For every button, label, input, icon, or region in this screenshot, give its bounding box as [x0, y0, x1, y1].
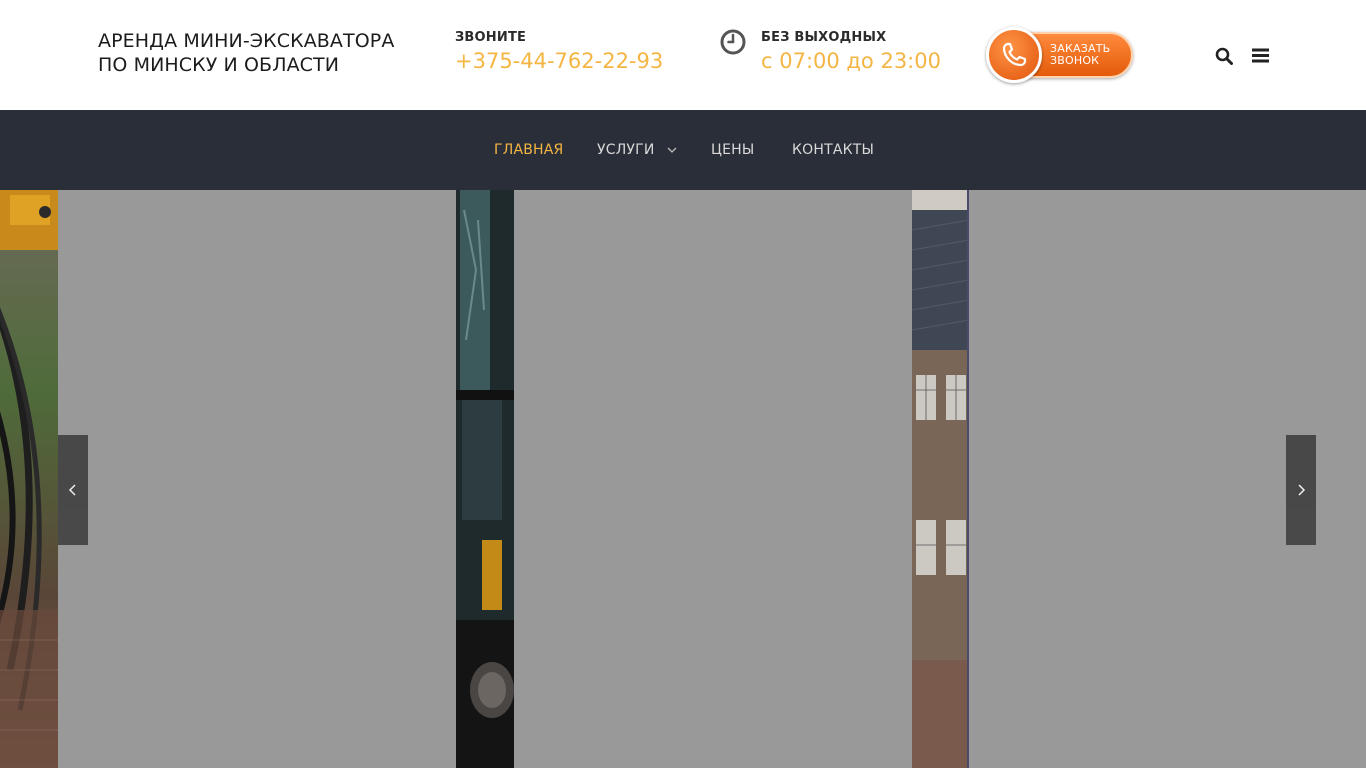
hours-label: БЕЗ ВЫХОДНЫХ: [761, 30, 887, 45]
chevron-right-icon: [1298, 484, 1306, 496]
nav-item-label: ЦЕНЫ: [711, 142, 755, 158]
phone-block: ЗВОНИТЕ +375-44-762-22-93: [455, 30, 663, 76]
menu-icon[interactable]: [1252, 48, 1269, 63]
callback-label: ЗАКАЗАТЬ ЗВОНОК: [1050, 43, 1110, 67]
nav-item-label: ГЛАВНАЯ: [494, 142, 564, 158]
nav-item-label: УСЛУГИ: [597, 142, 655, 158]
search-icon[interactable]: [1215, 47, 1233, 65]
logo-line-1: АРЕНДА МИНИ-ЭКСКАВАТОРА: [98, 30, 395, 52]
clock-icon: [720, 29, 746, 55]
main-nav: ГЛАВНАЯ УСЛУГИ ЦЕНЫ КОНТАКТЫ: [0, 110, 1366, 190]
slider-prev-button[interactable]: [58, 435, 88, 545]
chevron-left-icon: [68, 484, 76, 496]
nav-item-home[interactable]: ГЛАВНАЯ: [494, 141, 563, 159]
hours-value: с 07:00 до 23:00: [761, 49, 941, 73]
phone-icon: [1002, 42, 1027, 67]
slide-strip-1: [0, 190, 58, 768]
callback-label-line-2: ЗВОНОК: [1050, 54, 1100, 67]
phone-label: ЗВОНИТЕ: [455, 30, 527, 45]
nav-item-contacts[interactable]: КОНТАКТЫ: [792, 141, 874, 159]
logo-line-2: ПО МИНСКУ И ОБЛАСТИ: [98, 54, 340, 76]
hero-slider: [0, 190, 1366, 768]
hours-block: БЕЗ ВЫХОДНЫХ с 07:00 до 23:00: [761, 30, 941, 76]
slider-next-button[interactable]: [1286, 435, 1316, 545]
nav-item-label: КОНТАКТЫ: [792, 142, 875, 158]
callback-circle: [986, 27, 1042, 83]
site-logo[interactable]: АРЕНДА МИНИ-ЭКСКАВАТОРА ПО МИНСКУ И ОБЛА…: [98, 29, 394, 77]
nav-item-prices[interactable]: ЦЕНЫ: [711, 141, 754, 159]
chevron-down-icon: [667, 147, 677, 153]
slide-strip-3: [912, 190, 969, 768]
site-header: АРЕНДА МИНИ-ЭКСКАВАТОРА ПО МИНСКУ И ОБЛА…: [0, 0, 1366, 110]
phone-number[interactable]: +375-44-762-22-93: [455, 46, 663, 76]
slide-strip-2: [456, 190, 514, 768]
nav-item-services[interactable]: УСЛУГИ: [597, 141, 677, 159]
callback-button[interactable]: ЗАКАЗАТЬ ЗВОНОК: [986, 27, 1134, 83]
